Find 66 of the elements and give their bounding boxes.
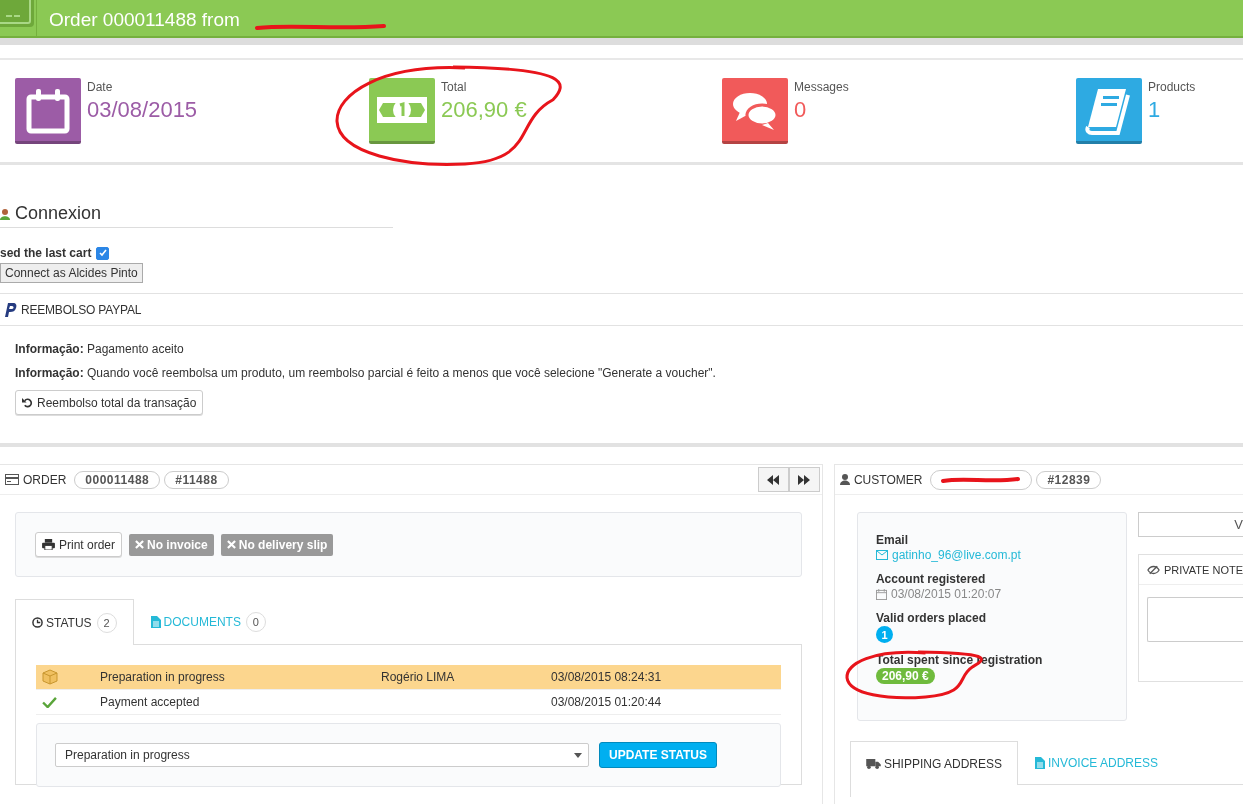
previous-button[interactable] bbox=[757, 467, 789, 492]
fast-forward-icon bbox=[798, 474, 811, 485]
refund-button[interactable]: Reembolso total da transação bbox=[15, 390, 204, 415]
user-icon bbox=[0, 207, 10, 220]
kpi-value: 206,90 € bbox=[441, 97, 527, 123]
eye-slash-icon bbox=[1146, 564, 1160, 575]
tab-label: INVOICE ADDRESS bbox=[1048, 756, 1158, 770]
panel-title: CUSTOMER bbox=[853, 472, 923, 487]
cross-icon bbox=[226, 540, 236, 549]
truck-icon bbox=[865, 758, 881, 769]
user-icon bbox=[839, 474, 850, 485]
tab-label: DOCUMENTS bbox=[163, 615, 241, 629]
tab[interactable]: SHIPPING ADDRESS bbox=[849, 741, 1018, 785]
printer-icon bbox=[42, 539, 55, 550]
registration-date: 03/08/2015 01:20:07 bbox=[890, 587, 1002, 601]
document-icon bbox=[150, 616, 161, 628]
kpi-label: Messages bbox=[794, 80, 849, 94]
panel-title: ORDER bbox=[23, 472, 67, 487]
tab[interactable]: DOCUMENTS 0 bbox=[133, 599, 283, 644]
status-label: No delivery slip bbox=[220, 533, 334, 556]
count-badge: 1 bbox=[875, 626, 893, 643]
kpi-value: 03/08/2015 bbox=[87, 97, 198, 123]
connect-button[interactable]: Connect as Alcides Pinto bbox=[0, 263, 143, 283]
kpi-label: Products bbox=[1148, 80, 1196, 94]
caret-icon bbox=[574, 752, 582, 758]
page-title: Order 000011488 from bbox=[49, 9, 240, 31]
amount-badge: 206,90 € bbox=[875, 668, 935, 684]
tab-label: SHIPPING ADDRESS bbox=[883, 756, 1002, 771]
kpi-value: 1 bbox=[1148, 97, 1162, 123]
tab-label: STATUS bbox=[46, 615, 92, 630]
package-icon bbox=[42, 669, 58, 685]
tab[interactable]: STATUS 2 bbox=[15, 599, 134, 645]
envelope-icon bbox=[875, 550, 888, 560]
print-button[interactable]: Print order bbox=[35, 532, 123, 557]
table-cell-text: 03/08/2015 08:24:31 bbox=[551, 670, 663, 684]
kpi-label: Date bbox=[87, 80, 114, 94]
panel-title: REEMBOLSO PAYPAL bbox=[21, 302, 142, 317]
info-text: Informação: Pagamento aceito bbox=[15, 342, 185, 356]
checkmark-icon bbox=[42, 696, 57, 708]
kpi-value: 0 bbox=[794, 97, 808, 123]
rewind-icon bbox=[767, 474, 780, 485]
undo-icon bbox=[22, 397, 33, 408]
next-button[interactable] bbox=[788, 467, 820, 492]
table-cell-text: Payment accepted bbox=[100, 695, 201, 709]
table-cell-text: 03/08/2015 01:20:44 bbox=[551, 695, 663, 709]
checkbox[interactable] bbox=[96, 246, 110, 260]
table-cell-text: Preparation in progress bbox=[100, 670, 226, 684]
note-field[interactable] bbox=[1146, 597, 1243, 642]
table-cell-text: Rogério LIMA bbox=[381, 670, 456, 684]
credit-card-icon bbox=[5, 474, 19, 485]
kpi-label: Total bbox=[441, 80, 468, 94]
view-button[interactable]: V bbox=[1137, 512, 1243, 537]
status-label: No invoice bbox=[129, 533, 214, 556]
document-icon bbox=[1035, 757, 1045, 769]
cart-label: sed the last cart bbox=[0, 246, 92, 260]
panel-title: PRIVATE NOTE bbox=[1163, 563, 1243, 576]
clock-icon bbox=[32, 617, 43, 628]
paypal-icon bbox=[5, 302, 17, 317]
field-label: Valid orders placed bbox=[875, 611, 987, 625]
status-dropdown[interactable]: Preparation in progress bbox=[55, 743, 589, 767]
section-title: Connexion bbox=[15, 203, 102, 224]
calendar-icon bbox=[875, 588, 887, 600]
field-label: Email bbox=[875, 533, 909, 547]
info-text: Informação: Quando você reembolsa um produto, um reembolso parcial é feito a menos que você selecione "Generate a voucher". bbox=[15, 366, 717, 380]
field-label: Account registered bbox=[875, 572, 987, 586]
cross-icon bbox=[135, 540, 145, 549]
